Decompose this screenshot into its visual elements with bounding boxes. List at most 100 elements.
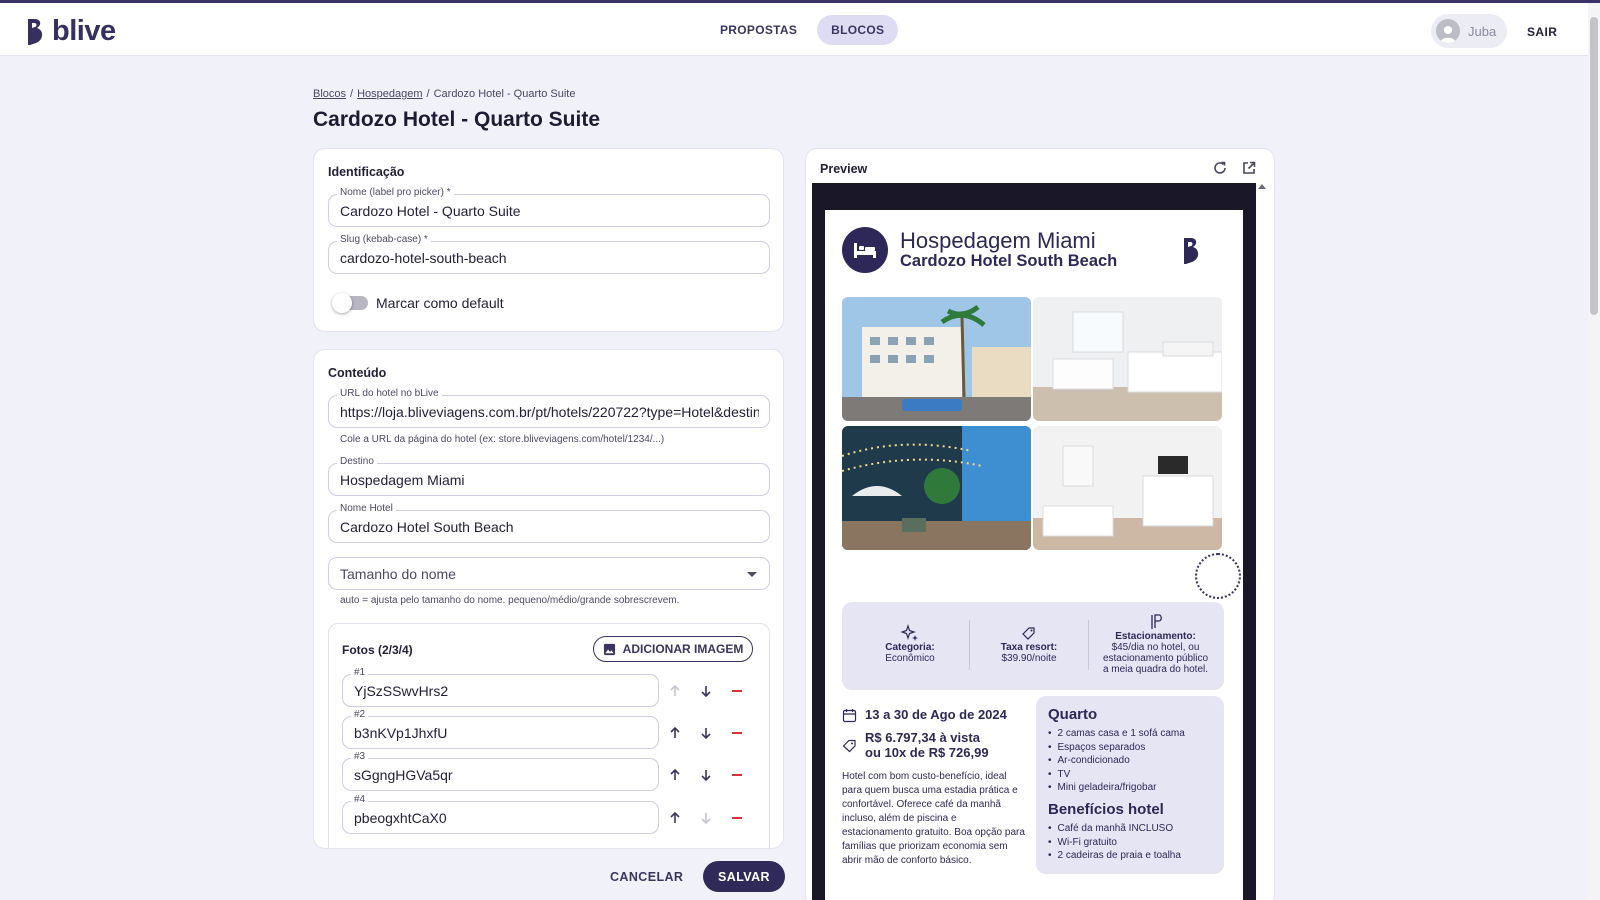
blive-logo-icon — [1182, 237, 1202, 270]
nome-hotel-value[interactable]: Cardozo Hotel South Beach — [340, 519, 759, 535]
photo-row: #3 sGgngHGVa5qr — [342, 751, 746, 791]
tamanho-placeholder: Tamanho do nome — [340, 566, 456, 582]
quarto-list: 2 camas casa e 1 sofá cama Espaços separ… — [1048, 727, 1212, 795]
list-item: Wi-Fi gratuito — [1048, 836, 1212, 850]
preview-title: Preview — [820, 162, 868, 176]
categoria-col: Categoria: Econômico — [846, 602, 974, 690]
default-toggle-label: Marcar como default — [376, 295, 504, 311]
photo-row: #2 b3nKVp1JhxfU — [342, 709, 746, 749]
breadcrumb-separator: / — [350, 88, 354, 100]
nome-hotel-field[interactable]: Nome Hotel Cardozo Hotel South Beach — [328, 503, 770, 543]
chevron-down-icon — [747, 572, 757, 577]
scrollbar-thumb[interactable] — [1590, 17, 1598, 315]
preview-card: Preview Hospedagem Miami Cardozo Hotel S… — [805, 148, 1275, 900]
arrow-down-icon — [697, 809, 715, 827]
photo-id[interactable]: pbeogxhtCaX0 — [354, 810, 447, 826]
destino-field[interactable]: Destino Hospedagem Miami — [328, 456, 770, 496]
save-button[interactable]: SALVAR — [703, 861, 785, 892]
preview-description: Hotel com bom custo-benefício, ideal par… — [842, 771, 1025, 866]
url-hint: Cole a URL da página do hotel (ex: store… — [340, 434, 665, 445]
preview-room-box: Quarto 2 camas casa e 1 sofá cama Espaço… — [1036, 696, 1224, 874]
breadcrumb-current: Cardozo Hotel - Quarto Suite — [433, 88, 576, 100]
list-item: 2 cadeiras de praia e toalha — [1048, 849, 1212, 863]
preview-scroll-up-icon[interactable] — [1258, 184, 1266, 189]
arrow-up-icon[interactable] — [666, 766, 684, 784]
photo-field-4[interactable]: #4 pbeogxhtCaX0 — [342, 794, 659, 834]
photo-index: #3 — [351, 751, 369, 762]
blive-logo-icon — [28, 18, 43, 45]
tamanho-select[interactable]: Tamanho do nome — [328, 557, 770, 590]
add-image-button[interactable]: ADICIONAR IMAGEM — [593, 636, 753, 662]
arrow-down-icon[interactable] — [697, 724, 715, 742]
nome-field[interactable]: Nome (label pro picker) * Cardozo Hotel … — [328, 187, 770, 227]
identificacao-title: Identificação — [328, 165, 405, 179]
taxa-col: Taxa resort: $39.90/noite — [970, 602, 1088, 690]
sparkle-tag-icon — [970, 624, 1088, 642]
taxa-label: Taxa resort: — [1000, 642, 1058, 653]
photo-field-2[interactable]: #2 b3nKVp1JhxfU — [342, 709, 659, 749]
photo-field-3[interactable]: #3 sGgngHGVa5qr — [342, 751, 659, 791]
toggle-knob[interactable] — [332, 293, 352, 313]
estacionamento-line: estacionamento público — [1102, 653, 1209, 664]
list-item: Ar-condicionado — [1048, 754, 1212, 768]
slug-field[interactable]: Slug (kebab-case) * cardozo-hotel-south-… — [328, 234, 770, 274]
photo-id[interactable]: sGgngHGVa5qr — [354, 767, 453, 783]
destino-value[interactable]: Hospedagem Miami — [340, 472, 759, 488]
price-tag-icon — [842, 738, 857, 758]
default-toggle[interactable] — [332, 293, 368, 313]
parking-icon — [1089, 613, 1222, 631]
page-scrollbar[interactable] — [1588, 3, 1600, 900]
photo-id[interactable]: b3nKVp1JhxfU — [354, 725, 447, 741]
tamanho-hint: auto = ajusta pelo tamanho do nome. pequ… — [340, 595, 680, 606]
preview-hotel-name: Cardozo Hotel South Beach — [900, 252, 1118, 270]
list-item: Mini geladeira/frigobar — [1048, 781, 1212, 795]
breadcrumb-blocos[interactable]: Blocos — [313, 88, 346, 100]
cancel-button[interactable]: CANCELAR — [598, 862, 695, 892]
main-nav: PROPOSTAS BLOCOS — [706, 15, 899, 45]
photo-index: #4 — [351, 794, 369, 805]
photo-index: #2 — [351, 709, 369, 720]
arrow-down-icon[interactable] — [697, 682, 715, 700]
beneficios-title: Benefícios hotel — [1048, 800, 1164, 818]
slug-value[interactable]: cardozo-hotel-south-beach — [340, 250, 759, 266]
remove-icon[interactable] — [728, 724, 746, 742]
nav-propostas[interactable]: PROPOSTAS — [706, 15, 811, 45]
image-icon — [603, 643, 615, 655]
refresh-icon[interactable] — [1212, 160, 1230, 178]
remove-icon[interactable] — [728, 809, 746, 827]
remove-icon[interactable] — [728, 766, 746, 784]
photo-row: #1 YjSzSSwvHrs2 — [342, 667, 746, 707]
user-menu[interactable]: Juba — [1431, 14, 1507, 48]
url-value[interactable]: https://loja.bliveviagens.com.br/pt/hote… — [340, 404, 759, 420]
list-item: Espaços separados — [1048, 741, 1212, 755]
open-external-icon[interactable] — [1241, 160, 1259, 178]
estacionamento-line: a meia quadra do hotel. — [1102, 664, 1209, 675]
bed-icon — [842, 227, 888, 273]
list-item: TV — [1048, 768, 1212, 782]
nav-blocos[interactable]: BLOCOS — [817, 15, 899, 45]
categoria-value: Econômico — [885, 653, 935, 664]
avatar — [1436, 19, 1460, 43]
arrow-up-icon[interactable] — [666, 724, 684, 742]
estacionamento-line: $45/dia no hotel, ou — [1111, 642, 1200, 653]
estacionamento-col: Estacionamento: $45/dia no hotel, ou est… — [1089, 602, 1222, 690]
slug-label: Slug (kebab-case) * — [337, 234, 431, 245]
beneficios-list: Café da manhã INCLUSO Wi-Fi gratuito 2 c… — [1048, 822, 1212, 863]
url-field[interactable]: URL do hotel no bLive https://loja.blive… — [328, 388, 770, 428]
arrow-down-icon[interactable] — [697, 766, 715, 784]
user-name: Juba — [1468, 23, 1497, 39]
breadcrumb-hospedagem[interactable]: Hospedagem — [357, 88, 422, 100]
app-logo[interactable]: blive — [26, 15, 116, 48]
photo-field-1[interactable]: #1 YjSzSSwvHrs2 — [342, 667, 659, 707]
remove-icon[interactable] — [728, 682, 746, 700]
fotos-title: Fotos (2/3/4) — [342, 643, 413, 657]
preview-frame: Hospedagem Miami Cardozo Hotel South Bea… — [812, 183, 1256, 900]
arrow-up-icon[interactable] — [666, 809, 684, 827]
nome-value[interactable]: Cardozo Hotel - Quarto Suite — [340, 203, 759, 219]
add-image-label: ADICIONAR IMAGEM — [622, 642, 744, 656]
logout-button[interactable]: SAIR — [1527, 25, 1557, 39]
photo-id[interactable]: YjSzSSwvHrs2 — [354, 683, 448, 699]
photo-row: #4 pbeogxhtCaX0 — [342, 794, 746, 834]
conteudo-title: Conteúdo — [328, 366, 387, 380]
top-bar: blive PROPOSTAS BLOCOS Juba SAIR — [0, 3, 1600, 56]
